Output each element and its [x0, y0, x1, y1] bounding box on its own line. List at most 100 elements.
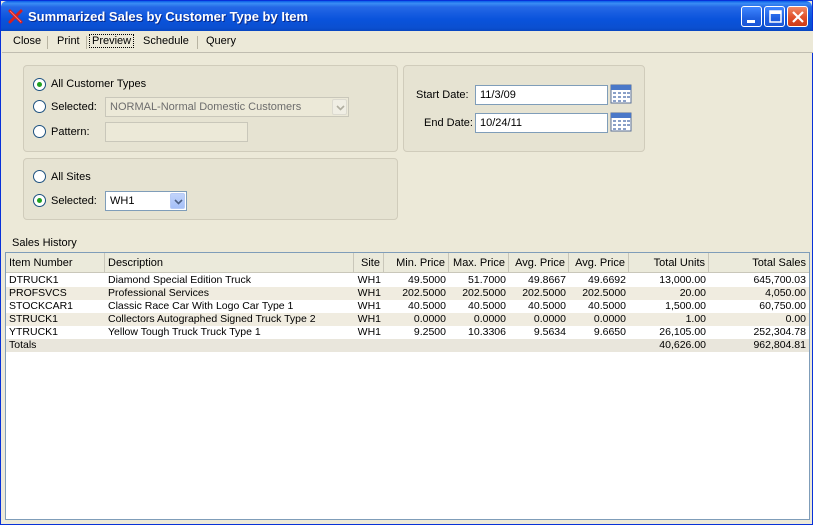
- sales-history-label: Sales History: [12, 237, 77, 249]
- all-sites-radio[interactable]: [33, 170, 46, 183]
- date-range-group: Start Date: 11/3/09 End Date: 10/24/11: [403, 65, 645, 152]
- x-app-icon: [8, 9, 23, 24]
- site-group: All Sites Selected: WH1: [23, 158, 398, 220]
- table-header: Item Number Description Site Min. Price …: [6, 253, 809, 273]
- cell-total-sales: 252,304.78: [753, 326, 806, 338]
- table-row[interactable]: PROFSVCS Professional Services WH1 202.5000…: [6, 287, 809, 300]
- calendar-icon[interactable]: [610, 84, 632, 104]
- totals-row[interactable]: Totals 40,626.00 962,804.81: [6, 339, 809, 352]
- cell-item-number: STRUCK1: [9, 313, 59, 325]
- customer-type-value: NORMAL-Normal Domestic Customers: [110, 101, 302, 113]
- close-window-button[interactable]: [787, 6, 808, 27]
- dropdown-arrow-button[interactable]: [332, 99, 347, 115]
- all-customer-types-label: All Customer Types: [51, 78, 147, 90]
- all-customer-types-radio[interactable]: [33, 78, 46, 91]
- customer-type-group: All Customer Types Selected: NORMAL-Norm…: [23, 65, 398, 152]
- column-header-item-number[interactable]: Item Number: [6, 253, 105, 273]
- table-row[interactable]: YTRUCK1 Yellow Tough Truck Truck Type 1 WH…: [6, 326, 809, 339]
- chevron-down-icon: [336, 105, 345, 111]
- cell-item-number: YTRUCK1: [9, 326, 59, 338]
- menu-query[interactable]: Query: [204, 35, 238, 47]
- report-window: Summarized Sales by Customer Type by Ite…: [0, 0, 813, 525]
- cell-total-sales: 4,050.00: [765, 287, 806, 299]
- cell-min-price: 49.5000: [408, 274, 446, 286]
- column-header-site[interactable]: Site: [354, 253, 384, 273]
- cell-max-price: 0.0000: [473, 313, 506, 325]
- cell-avg-price: 49.8667: [528, 274, 566, 286]
- cell-max-price: 51.7000: [468, 274, 506, 286]
- cell-item-number: Totals: [9, 339, 37, 351]
- start-date-input[interactable]: 11/3/09: [475, 85, 608, 105]
- cell-site: WH1: [357, 313, 381, 325]
- maximize-icon: [769, 10, 782, 23]
- cell-avg-price-2: 9.6650: [593, 326, 626, 338]
- table-row[interactable]: STOCKCAR1 Classic Race Car With Logo Car …: [6, 300, 809, 313]
- selected-customer-type-radio[interactable]: [33, 100, 46, 113]
- dropdown-arrow-button[interactable]: [170, 193, 185, 209]
- end-date-input[interactable]: 10/24/11: [475, 113, 608, 133]
- column-header-max-price[interactable]: Max. Price: [449, 253, 509, 273]
- cell-avg-price-2: 202.5000: [582, 287, 626, 299]
- cell-total-sales: 645,700.03: [753, 274, 806, 286]
- table-row[interactable]: DTRUCK1 Diamond Special Edition Truck WH1 4…: [6, 274, 809, 287]
- column-header-min-price[interactable]: Min. Price: [384, 253, 449, 273]
- sales-history-table[interactable]: Item Number Description Site Min. Price …: [5, 252, 810, 520]
- menu-print[interactable]: Print: [55, 35, 82, 47]
- pattern-input[interactable]: [105, 122, 248, 142]
- cell-item-number: PROFSVCS: [9, 287, 67, 299]
- cell-site: WH1: [357, 300, 381, 312]
- cell-description: Yellow Tough Truck Truck Type 1: [108, 326, 261, 338]
- title-bar[interactable]: Summarized Sales by Customer Type by Ite…: [1, 1, 812, 31]
- cell-avg-price: 9.5634: [533, 326, 566, 338]
- pattern-radio[interactable]: [33, 125, 46, 138]
- menu-preview[interactable]: Preview: [88, 34, 135, 48]
- cell-description: Professional Services: [108, 287, 209, 299]
- cell-total-sales: 0.00: [785, 313, 806, 325]
- cell-site: [354, 339, 384, 352]
- pattern-label: Pattern:: [51, 126, 90, 138]
- all-sites-label: All Sites: [51, 171, 91, 183]
- cell-total-units: 13,000.00: [659, 274, 706, 286]
- minimize-button[interactable]: [741, 6, 762, 27]
- menu-bar: Close Print Preview Schedule Query: [2, 31, 813, 53]
- cell-site: WH1: [357, 287, 381, 299]
- close-icon: [792, 11, 804, 23]
- cell-avg-price: 40.5000: [528, 300, 566, 312]
- site-select[interactable]: WH1: [105, 191, 187, 211]
- cell-total-units: 1.00: [685, 313, 706, 325]
- chevron-down-icon: [174, 199, 183, 205]
- menu-close[interactable]: Close: [11, 35, 43, 47]
- maximize-button[interactable]: [764, 6, 785, 27]
- cell-min-price: [384, 339, 449, 352]
- cell-min-price: 0.0000: [413, 313, 446, 325]
- cell-avg-price-2: 49.6692: [588, 274, 626, 286]
- cell-avg-price: [509, 339, 569, 352]
- cell-max-price: 202.5000: [462, 287, 506, 299]
- cell-description: Classic Race Car With Logo Car Type 1: [108, 300, 294, 312]
- end-date-label: End Date:: [424, 117, 473, 129]
- column-header-avg-price[interactable]: Avg. Price: [509, 253, 569, 273]
- menu-separator: [197, 36, 198, 49]
- cell-total-units: 40,626.00: [659, 339, 706, 351]
- column-header-total-sales[interactable]: Total Sales: [709, 253, 809, 273]
- cell-item-number: DTRUCK1: [9, 274, 59, 286]
- column-header-description[interactable]: Description: [105, 253, 354, 273]
- cell-avg-price-2: 40.5000: [588, 300, 626, 312]
- site-value: WH1: [110, 195, 135, 207]
- column-header-avg-price-2[interactable]: Avg. Price: [569, 253, 629, 273]
- cell-max-price: [449, 339, 509, 352]
- cell-description: Collectors Autographed Signed Truck Type…: [108, 313, 316, 325]
- cell-site: WH1: [357, 326, 381, 338]
- selected-customer-type-label: Selected:: [51, 101, 97, 113]
- column-header-total-units[interactable]: Total Units: [629, 253, 709, 273]
- menu-separator: [47, 36, 48, 49]
- customer-type-select[interactable]: NORMAL-Normal Domestic Customers: [105, 97, 349, 117]
- cell-min-price: 40.5000: [408, 300, 446, 312]
- window-title: Summarized Sales by Customer Type by Ite…: [28, 9, 309, 24]
- calendar-icon[interactable]: [610, 112, 632, 132]
- table-row[interactable]: STRUCK1 Collectors Autographed Signed Tru…: [6, 313, 809, 326]
- minimize-icon: [747, 20, 755, 23]
- cell-avg-price: 202.5000: [522, 287, 566, 299]
- menu-schedule[interactable]: Schedule: [141, 35, 191, 47]
- selected-site-radio[interactable]: [33, 194, 46, 207]
